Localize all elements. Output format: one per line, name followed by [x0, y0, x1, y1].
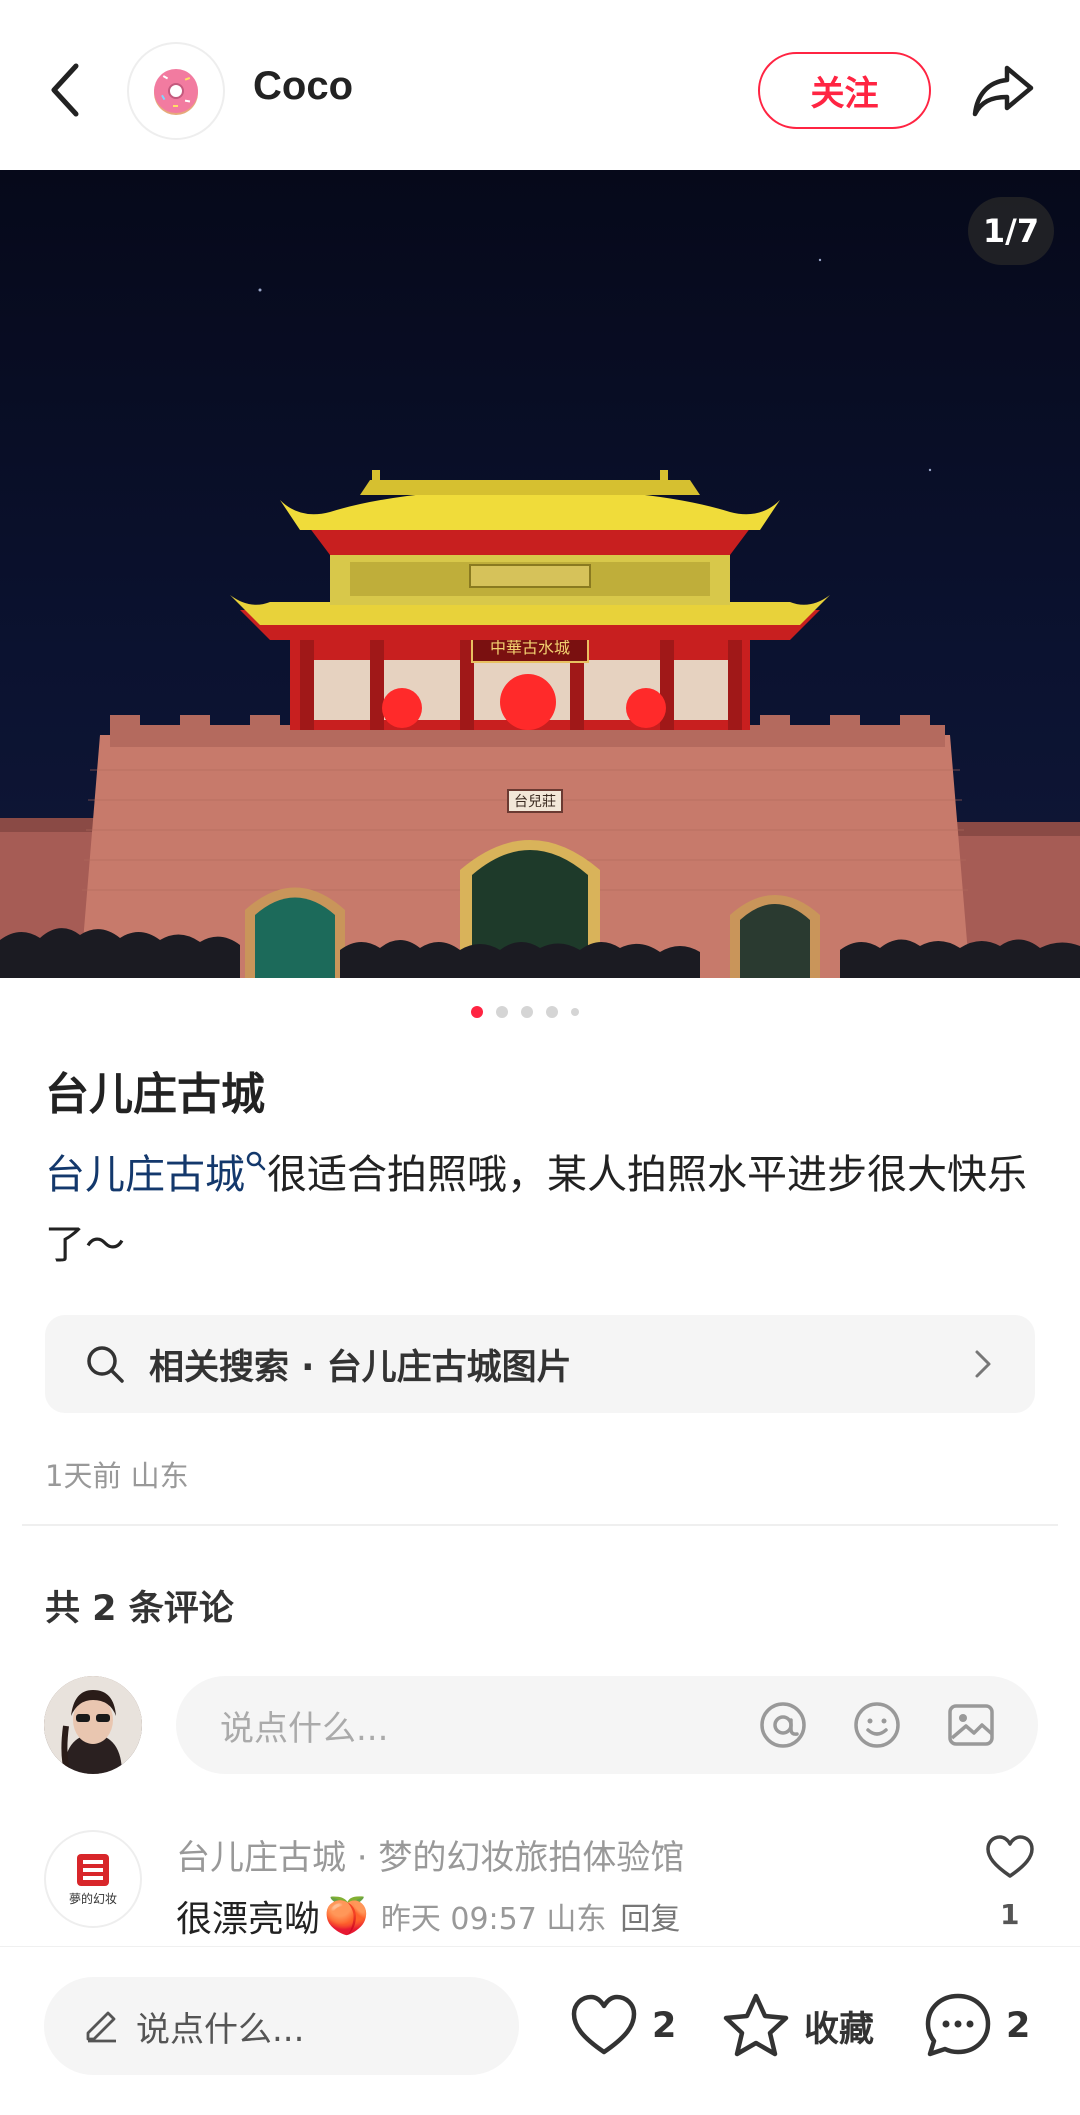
image-counter: 1/7 [968, 197, 1054, 265]
pencil-icon [86, 2011, 116, 2043]
topic-tag-link[interactable]: 台儿庄古城 [45, 1152, 245, 1198]
carousel-dot-5[interactable] [571, 1008, 579, 1016]
user-portrait-icon [44, 1676, 142, 1774]
comment-time-location: 昨天 09:57 山东 [380, 1902, 607, 1937]
gate-plaque-text: 台兒莊 [514, 794, 556, 810]
share-arrow-icon [972, 65, 1034, 117]
comment-text: 很漂亮呦 [176, 1899, 321, 1940]
image-icon[interactable] [944, 1698, 998, 1752]
comment-author[interactable]: 台儿庄古城 · 梦的幻妆旅拍体验馆 [176, 1830, 684, 1879]
back-button[interactable] [40, 55, 90, 125]
donut-icon [154, 69, 198, 115]
peach-emoji: 🍑 [324, 1896, 369, 1937]
commenter-avatar-text: 夢的幻妆 [68, 1891, 117, 1906]
author-name[interactable]: Coco [253, 64, 353, 109]
related-search-bar[interactable]: 相关搜索 · 台儿庄古城图片 [45, 1315, 1035, 1413]
bottom-comment-input[interactable]: 说点什么... [44, 1977, 519, 2075]
my-avatar[interactable] [44, 1676, 142, 1774]
like-button[interactable]: 2 [568, 1987, 676, 2065]
comment-body: 很漂亮呦 🍑 昨天 09:57 山东 回复 [176, 1890, 680, 1942]
comment-input-placeholder: 说点什么... [220, 1708, 389, 1749]
chevron-left-icon [51, 63, 79, 117]
carousel-dot-1[interactable] [471, 1006, 483, 1018]
divider [22, 1524, 1058, 1526]
gate-tower-illustration: 台兒莊 中華古水城 [0, 258, 1080, 978]
comment-like-count: 1 [1000, 1898, 1020, 1931]
note-body: 台儿庄古城 很适合拍照哦，某人拍照水平进步很大快乐了～ [45, 1140, 1045, 1280]
tower-plaque-text: 中華古水城 [490, 638, 570, 657]
bottom-action-bar: 说点什么... 2 收藏 2 [0, 1946, 1080, 2115]
commenter-avatar[interactable]: 夢的幻妆 [44, 1830, 142, 1928]
post-time-location: 1天前 山东 [45, 1459, 189, 1493]
carousel-dot-2[interactable] [496, 1006, 508, 1018]
related-search-label: 相关搜索 · 台儿庄古城图片 [149, 1347, 572, 1388]
like-count: 2 [652, 2006, 677, 2046]
comments-count: 共 2 条评论 [45, 1589, 234, 1629]
comment-input[interactable]: 说点什么... [176, 1676, 1038, 1774]
emoji-icon[interactable] [850, 1698, 904, 1752]
bottom-input-placeholder: 说点什么... [136, 2009, 305, 2050]
top-bar: Coco 关注 [0, 0, 1080, 170]
follow-button[interactable]: 关注 [758, 52, 931, 129]
star-icon [723, 1993, 789, 2057]
author-avatar[interactable] [127, 42, 225, 140]
carousel-dot-4[interactable] [546, 1006, 558, 1018]
share-button[interactable] [968, 55, 1038, 125]
note-title: 台儿庄古城 [45, 1069, 265, 1120]
chat-bubble-icon [925, 1993, 991, 2057]
search-tag-icon[interactable] [245, 1150, 267, 1172]
comment-count: 2 [1006, 2006, 1031, 2046]
shop-logo-icon [77, 1853, 109, 1886]
reply-button[interactable]: 回复 [620, 1894, 680, 1938]
collect-label: 收藏 [804, 2009, 875, 2050]
post-photo[interactable]: 台兒莊 中華古水城 [0, 170, 1080, 978]
comment-button[interactable]: 2 [922, 1987, 1030, 2065]
search-icon [87, 1346, 124, 1383]
carousel-dot-3[interactable] [521, 1006, 533, 1018]
collect-button[interactable]: 收藏 [720, 1987, 874, 2065]
comment-item: 夢的幻妆 台儿庄古城 · 梦的幻妆旅拍体验馆 很漂亮呦 🍑 昨天 09:57 山… [0, 1826, 1080, 1946]
chevron-right-icon [975, 1350, 991, 1378]
at-mention-icon[interactable] [756, 1698, 810, 1752]
heart-icon [571, 1994, 637, 2055]
heart-icon[interactable] [984, 1832, 1036, 1884]
carousel-dots[interactable] [0, 1006, 1065, 1018]
